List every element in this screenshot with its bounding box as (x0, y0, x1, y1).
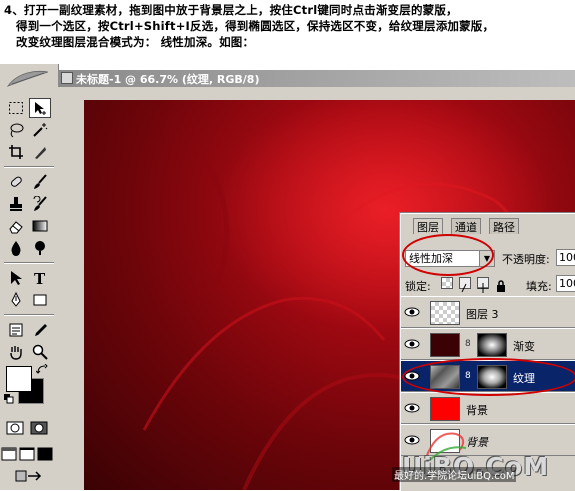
fill-input[interactable]: 100 (556, 275, 575, 292)
opacity-label: 不透明度: (502, 253, 550, 266)
lasso-tool-icon[interactable] (5, 120, 27, 140)
blur-tool-icon[interactable] (5, 238, 27, 258)
layer-thumbnail (430, 397, 460, 421)
lock-all-icon[interactable] (495, 277, 507, 292)
layer-row-gradient[interactable]: 8 渐变 (401, 328, 575, 360)
layer-name: 纹理 (513, 372, 535, 385)
hand-tool-icon[interactable] (5, 342, 27, 362)
standard-mode-icon[interactable] (4, 418, 26, 438)
pen-tool-icon[interactable] (5, 290, 27, 310)
lock-position-icon[interactable] (477, 277, 489, 293)
swap-colors-icon[interactable] (36, 364, 48, 376)
fill-label: 填充: (526, 280, 552, 293)
lock-label: 锁定: (405, 280, 431, 293)
document-title-bar[interactable]: 未标题-1 @ 66.7% (纹理, RGB/8) (58, 70, 575, 87)
layer-mask-thumbnail[interactable] (477, 365, 507, 389)
opacity-input[interactable]: 100 (556, 249, 575, 266)
lock-transparency-icon[interactable] (441, 277, 453, 289)
document-title: 未标题-1 @ 66.7% (纹理, RGB/8) (76, 73, 260, 86)
lock-image-pixels-icon[interactable] (459, 277, 471, 293)
history-brush-tool-icon[interactable] (29, 194, 51, 214)
eyedropper-tool-icon[interactable] (29, 320, 51, 340)
path-selection-tool-icon[interactable] (5, 268, 27, 288)
default-colors-icon[interactable] (4, 394, 14, 404)
standard-screen-mode-icon[interactable] (0, 444, 18, 464)
crop-tool-icon[interactable] (5, 142, 27, 162)
tab-paths[interactable]: 路径 (489, 218, 519, 234)
brush-tool-icon[interactable] (29, 172, 51, 192)
instruction-line-1: 4、打开一副纹理素材，拖到图中放于背景层之上，按住Ctrl键同时点击渐变层的蒙版… (4, 3, 458, 17)
chain-link-icon[interactable]: 8 (465, 371, 471, 381)
eye-icon[interactable] (404, 305, 420, 319)
magic-wand-tool-icon[interactable] (29, 120, 51, 140)
layer-name: 图层 3 (466, 308, 499, 321)
feather-logo-icon (6, 70, 49, 87)
chain-link-icon[interactable]: 8 (465, 339, 471, 349)
layer-name: 渐变 (513, 340, 535, 353)
marquee-tool-icon[interactable] (5, 98, 27, 118)
full-screen-mode-icon[interactable] (36, 444, 54, 464)
watermark-caption: 最好的.学院论坛uiBQ.coM (392, 467, 517, 482)
full-screen-menu-mode-icon[interactable] (18, 444, 36, 464)
chevron-down-icon[interactable]: ▼ (479, 251, 494, 266)
layer-row-texture[interactable]: 8 纹理 (401, 360, 575, 392)
move-tool-icon[interactable] (29, 98, 51, 118)
slice-tool-icon[interactable] (29, 142, 51, 162)
rectangle-tool-icon[interactable] (29, 290, 51, 310)
quick-mask-mode-icon[interactable] (28, 418, 50, 438)
clone-stamp-tool-icon[interactable] (5, 194, 27, 214)
palette-tabs: 图层 通道 路径 (401, 216, 575, 234)
instruction-line-3: 改变纹理图层混合模式为： 线性加深。如图： (16, 35, 255, 49)
svg-text:T: T (34, 270, 46, 286)
tab-channels[interactable]: 通道 (451, 218, 481, 234)
layer-name: 背景 (466, 404, 488, 417)
type-tool-icon[interactable]: T (29, 268, 51, 288)
zoom-tool-icon[interactable] (29, 342, 51, 362)
blend-mode-value: 线性加深 (409, 252, 453, 265)
layer-mask-thumbnail[interactable] (477, 333, 507, 357)
toolbox: T (0, 64, 59, 490)
eye-icon[interactable] (404, 369, 420, 383)
document-icon (61, 72, 73, 84)
layer-thumbnail (430, 365, 460, 389)
blend-mode-select[interactable]: 线性加深 ▼ (405, 250, 495, 267)
foreground-color-swatch[interactable] (6, 366, 32, 392)
gradient-tool-icon[interactable] (29, 216, 51, 236)
eye-icon[interactable] (404, 337, 420, 351)
layer-thumbnail (430, 301, 460, 325)
tab-layers[interactable]: 图层 (413, 218, 443, 234)
notes-tool-icon[interactable] (5, 320, 27, 340)
instruction-text-block: 4、打开一副纹理素材，拖到图中放于背景层之上，按住Ctrl键同时点击渐变层的蒙版… (0, 0, 575, 64)
healing-brush-tool-icon[interactable] (5, 172, 27, 192)
eraser-tool-icon[interactable] (5, 216, 27, 236)
eye-icon[interactable] (404, 401, 420, 415)
jump-to-imageready-icon[interactable] (14, 466, 44, 486)
instruction-line-2: 得到一个选区，按Ctrl+Shift+I反选，得到椭圆选区，保持选区不变，给纹理… (16, 19, 495, 33)
dodge-tool-icon[interactable] (29, 238, 51, 258)
layer-row-layer3[interactable]: 图层 3 (401, 296, 575, 328)
layer-row-background-red[interactable]: 背景 (401, 392, 575, 424)
layer-thumbnail (430, 333, 460, 357)
